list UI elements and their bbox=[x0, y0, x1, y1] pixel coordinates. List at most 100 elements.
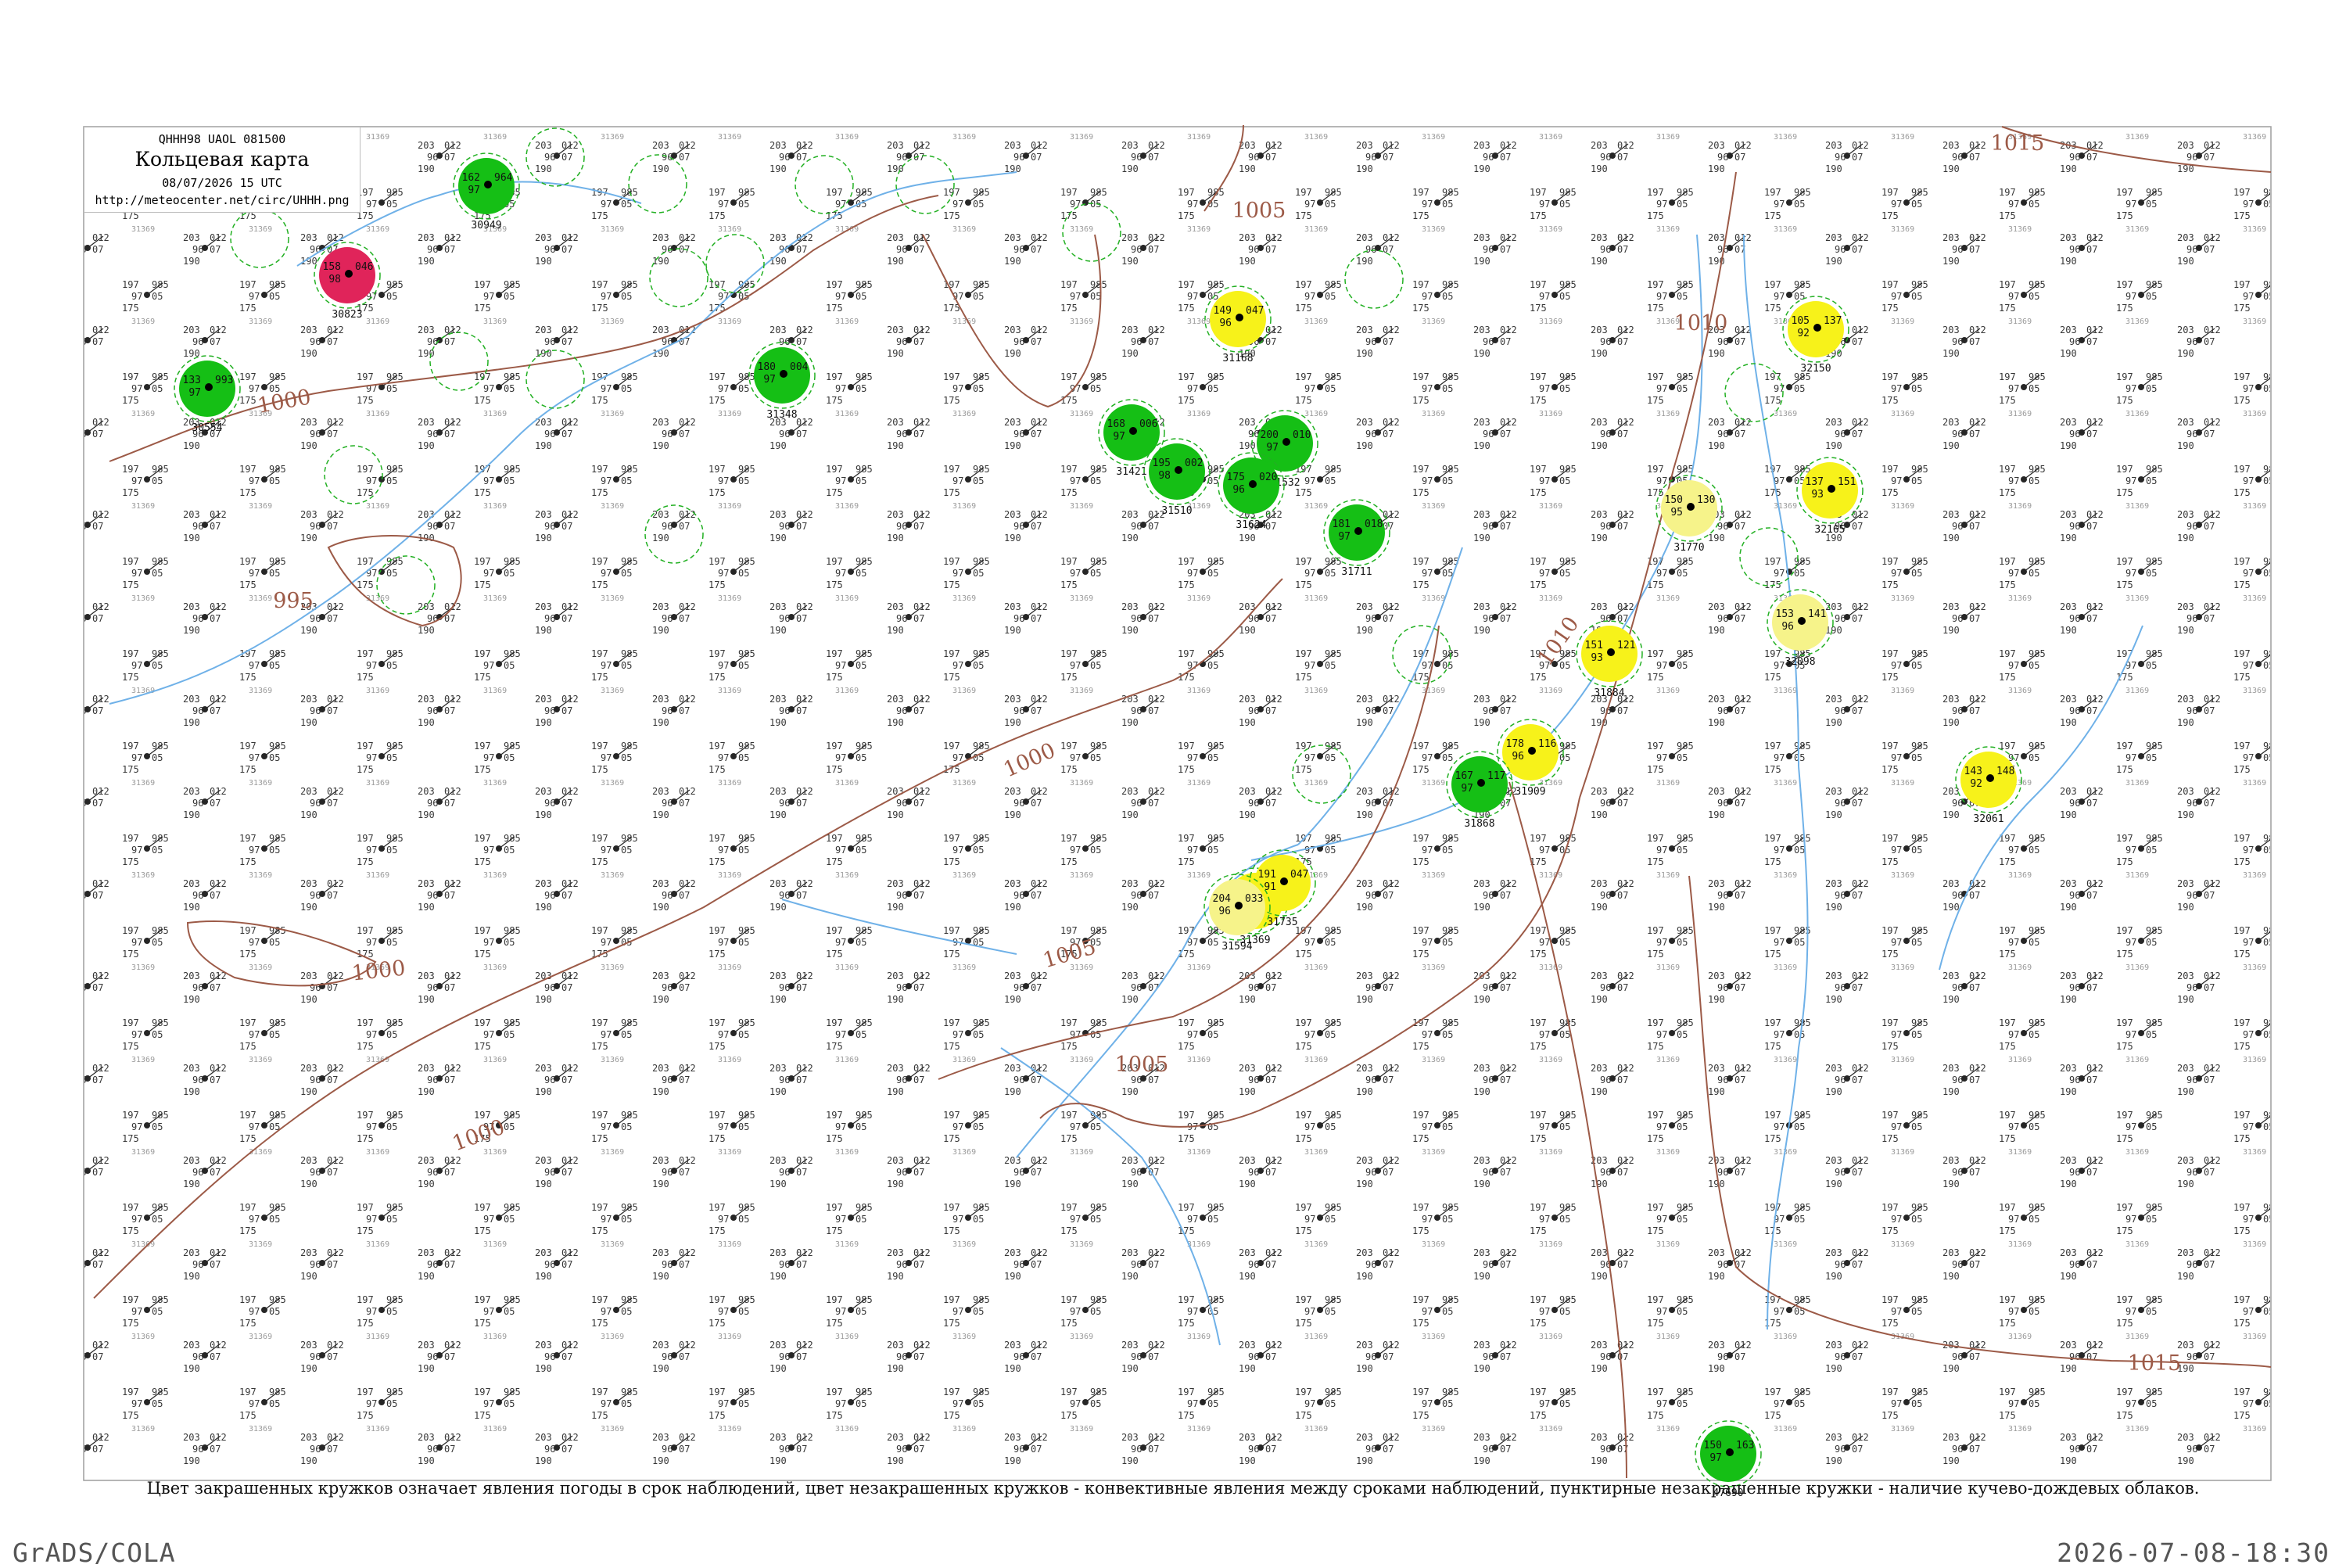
cloud-cover-icon bbox=[205, 383, 213, 391]
station-dewpoint: 92 bbox=[1970, 778, 1982, 790]
station-index: 32061 bbox=[1973, 813, 2003, 825]
station-dewpoint: 93 bbox=[1591, 652, 1603, 664]
station-temperature: 181 bbox=[1333, 518, 1351, 530]
software-brand: GrADS/COLA bbox=[13, 1538, 176, 1568]
station-dewpoint: 97 bbox=[1338, 531, 1351, 543]
station-index: 31421 bbox=[1116, 466, 1146, 478]
station-dewpoint: 93 bbox=[1811, 489, 1824, 501]
cloud-cover-icon bbox=[1235, 902, 1243, 910]
station-dewpoint: 96 bbox=[1512, 751, 1524, 762]
station-temperature: 195 bbox=[1153, 457, 1171, 469]
cloud-cover-icon bbox=[1726, 1448, 1734, 1456]
map-codes: QHHH98 UAOL 081500 bbox=[158, 132, 286, 146]
isobar-label: 1005 bbox=[1232, 199, 1286, 223]
station-temperature: 150 bbox=[1665, 494, 1683, 506]
station-index: 31348 bbox=[766, 409, 797, 421]
map-legend: QHHH98 UAOL 081500 Кольцевая карта 08/07… bbox=[84, 127, 361, 213]
station-temperature: 180 bbox=[758, 361, 776, 373]
station-temperature: 191 bbox=[1258, 869, 1276, 881]
cloud-cover-icon bbox=[1175, 466, 1182, 474]
station-dewpoint: 96 bbox=[1218, 906, 1231, 917]
station-pressure: 117 bbox=[1487, 770, 1505, 782]
station-dewpoint: 96 bbox=[1219, 318, 1232, 329]
station-temperature: 105 bbox=[1792, 315, 1810, 327]
station-dewpoint: 96 bbox=[1781, 621, 1794, 633]
cloud-cover-icon bbox=[1236, 314, 1243, 321]
station-temperature: 153 bbox=[1776, 608, 1794, 620]
station-dewpoint: 97 bbox=[1709, 1452, 1722, 1464]
map-datetime: 08/07/2026 15 UTC bbox=[162, 176, 282, 190]
cloud-cover-icon bbox=[1354, 527, 1362, 535]
map-footnote: Цвет закрашенных кружков означает явлени… bbox=[146, 1479, 2200, 1498]
station-dewpoint: 98 bbox=[1158, 470, 1171, 482]
weather-map: 197985 9705 175 31369 203012 9607 190 bbox=[83, 124, 2272, 1499]
cloud-cover-icon bbox=[1813, 324, 1821, 332]
station-index: 31868 bbox=[1464, 818, 1494, 830]
station-pressure: 130 bbox=[1697, 494, 1715, 506]
station-index: 30823 bbox=[332, 309, 362, 321]
station-temperature: 151 bbox=[1585, 640, 1603, 651]
station-index: 31884 bbox=[1594, 687, 1624, 699]
station-temperature: 150 bbox=[1704, 1440, 1722, 1451]
station-pressure: 116 bbox=[1538, 738, 1556, 750]
cloud-cover-icon bbox=[1129, 427, 1137, 435]
station-temperature: 133 bbox=[183, 375, 201, 386]
station-pressure: 033 bbox=[1245, 893, 1263, 905]
station-dewpoint: 92 bbox=[1797, 328, 1810, 339]
station-temperature: 143 bbox=[1964, 766, 1982, 777]
station-pressure: 148 bbox=[1996, 766, 2014, 777]
station-pressure: 006 bbox=[1139, 418, 1157, 430]
station-dewpoint: 97 bbox=[1113, 431, 1125, 443]
station-temperature: 158 bbox=[323, 261, 341, 273]
cloud-cover-icon bbox=[1798, 617, 1806, 625]
station-dewpoint: 95 bbox=[1670, 507, 1683, 518]
station-pressure: 163 bbox=[1736, 1440, 1754, 1451]
station-pressure: 020 bbox=[1259, 472, 1277, 483]
station-index: 31168 bbox=[1222, 353, 1253, 364]
station-index: 30949 bbox=[471, 220, 501, 231]
station-index: 31624 bbox=[1236, 519, 1266, 531]
isobar-label: 1005 bbox=[1115, 1053, 1169, 1077]
station-pressure: 964 bbox=[494, 172, 513, 184]
station-pressure: 004 bbox=[790, 361, 809, 373]
station-pressure: 141 bbox=[1808, 608, 1826, 620]
cloud-cover-icon bbox=[1828, 485, 1835, 493]
station-temperature: 137 bbox=[1806, 476, 1824, 488]
cloud-cover-icon bbox=[1528, 747, 1536, 755]
cloud-cover-icon bbox=[1282, 438, 1290, 446]
station-pressure: 151 bbox=[1838, 476, 1856, 488]
cloud-cover-icon bbox=[1607, 648, 1615, 656]
station-pressure: 047 bbox=[1290, 869, 1308, 881]
station-index: 32150 bbox=[1800, 363, 1831, 375]
station-temperature: 167 bbox=[1455, 770, 1473, 782]
map-title: Кольцевая карта bbox=[135, 148, 310, 170]
station-temperature: 175 bbox=[1227, 472, 1245, 483]
station-index: 30554 bbox=[192, 422, 222, 434]
station-pressure: 993 bbox=[215, 375, 233, 386]
station-index: 32165 bbox=[1814, 524, 1845, 536]
station-temperature: 178 bbox=[1506, 738, 1524, 750]
map-url: http://meteocenter.net/circ/UHHH.png bbox=[95, 193, 350, 207]
station-pressure: 046 bbox=[355, 261, 373, 273]
station-index: 31909 bbox=[1515, 786, 1545, 798]
station-index: 31735 bbox=[1267, 917, 1297, 928]
cloud-cover-icon bbox=[1280, 877, 1288, 885]
cloud-cover-icon bbox=[1986, 774, 1994, 782]
isobar-label: 1010 bbox=[1674, 311, 1728, 335]
station-index: 31770 bbox=[1673, 542, 1704, 554]
station-index: 31510 bbox=[1161, 505, 1192, 517]
station-pressure: 121 bbox=[1617, 640, 1635, 651]
station-temperature: 168 bbox=[1107, 418, 1125, 430]
station-temperature: 149 bbox=[1214, 305, 1232, 317]
station-pressure: 010 bbox=[1293, 429, 1311, 441]
station-pressure: 137 bbox=[1824, 315, 1842, 327]
station-pressure: 018 bbox=[1365, 518, 1383, 530]
station-dewpoint: 97 bbox=[188, 387, 201, 399]
cloud-cover-icon bbox=[484, 181, 492, 188]
cloud-cover-icon bbox=[1249, 480, 1257, 488]
station-temperature: 200 bbox=[1261, 429, 1279, 441]
isobar-label: 995 bbox=[273, 589, 314, 613]
station-dewpoint: 97 bbox=[1266, 442, 1279, 454]
station-dewpoint: 96 bbox=[1232, 484, 1245, 496]
cloud-cover-icon bbox=[1687, 503, 1695, 511]
